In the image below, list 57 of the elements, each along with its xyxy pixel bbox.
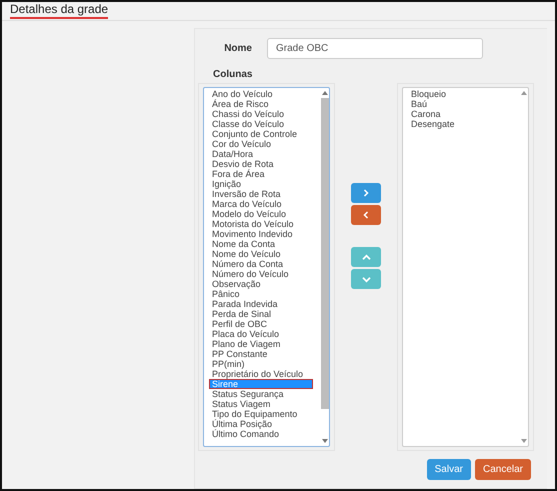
move-down-button[interactable] <box>351 269 381 289</box>
list-item[interactable]: Tipo do Equipamento <box>209 409 313 419</box>
list-item[interactable]: Número do Veículo <box>209 269 313 279</box>
list-item[interactable]: Observação <box>209 279 313 289</box>
list-item[interactable]: Motorista do Veículo <box>209 219 313 229</box>
list-item[interactable]: Bloqueio <box>408 89 512 99</box>
list-item[interactable]: Plano de Viagem <box>209 339 313 349</box>
list-item[interactable]: Ignição <box>209 179 313 189</box>
list-item[interactable]: Perfil de OBC <box>209 319 313 329</box>
list-item[interactable]: Nome do Veículo <box>209 249 313 259</box>
columns-label: Colunas <box>213 69 254 80</box>
scroll-up-icon[interactable] <box>520 91 526 95</box>
page-title: Detalhes da grade <box>10 2 108 19</box>
scroll-down-icon[interactable] <box>322 439 328 443</box>
name-label: Nome <box>223 42 252 54</box>
list-item[interactable]: PP(min) <box>209 359 313 369</box>
list-item[interactable]: Classe do Veículo <box>209 119 313 129</box>
list-item[interactable]: Data/Hora <box>209 149 313 159</box>
list-item[interactable]: Número da Conta <box>209 259 313 269</box>
chevron-up-icon <box>362 254 370 260</box>
scroll-up-icon[interactable] <box>322 91 328 95</box>
move-left-button[interactable] <box>351 205 381 225</box>
chevron-left-icon <box>363 211 369 219</box>
list-item[interactable]: Proprietário do Veículo <box>209 369 313 379</box>
chosen-columns-list[interactable]: Bloqueio Baú Carona Desengate <box>402 87 529 447</box>
list-item[interactable]: Desengate <box>408 119 512 129</box>
list-item[interactable]: Chassi do Veículo <box>209 109 313 119</box>
list-item[interactable]: Pânico <box>209 289 313 299</box>
list-item[interactable]: Cor do Veículo <box>209 139 313 149</box>
name-field[interactable]: Grade OBC <box>267 38 483 58</box>
cancel-button[interactable]: Cancelar <box>474 459 531 480</box>
list-item[interactable]: Última Posição <box>209 419 313 429</box>
list-item[interactable]: Modelo do Veículo <box>209 209 313 219</box>
scroll-down-icon[interactable] <box>520 439 526 443</box>
list-item[interactable]: Inversão de Rota <box>209 189 313 199</box>
list-item[interactable]: Fora de Área <box>209 169 313 179</box>
list-item[interactable]: Marca do Veículo <box>209 199 313 209</box>
list-item[interactable]: Parada Indevida <box>209 299 313 309</box>
list-item[interactable]: Carona <box>408 109 512 119</box>
list-item[interactable]: Conjunto de Controle <box>209 129 313 139</box>
list-item[interactable]: Nome da Conta <box>209 239 313 249</box>
available-columns-list[interactable] <box>203 87 330 447</box>
list-item[interactable]: Placa do Veículo <box>209 329 313 339</box>
list-item[interactable]: Baú <box>408 99 512 109</box>
move-up-button[interactable] <box>351 247 381 267</box>
list-item[interactable]: PP Constante <box>209 349 313 359</box>
list-item[interactable]: Movimento Indevido <box>209 229 313 239</box>
list-item[interactable]: Status Segurança <box>209 389 313 399</box>
list-item[interactable]: Perda de Sinal <box>209 309 313 319</box>
chevron-down-icon <box>362 276 370 282</box>
list-item[interactable]: Desvio de Rota <box>209 159 313 169</box>
chevron-right-icon <box>363 189 369 197</box>
move-right-button[interactable] <box>351 183 381 203</box>
list-item[interactable]: Área de Risco <box>209 99 313 109</box>
list-item[interactable]: Ano do Veículo <box>209 89 313 99</box>
list-item[interactable]: Status Viagem <box>209 399 313 409</box>
list-item[interactable]: Último Comando <box>209 429 313 439</box>
